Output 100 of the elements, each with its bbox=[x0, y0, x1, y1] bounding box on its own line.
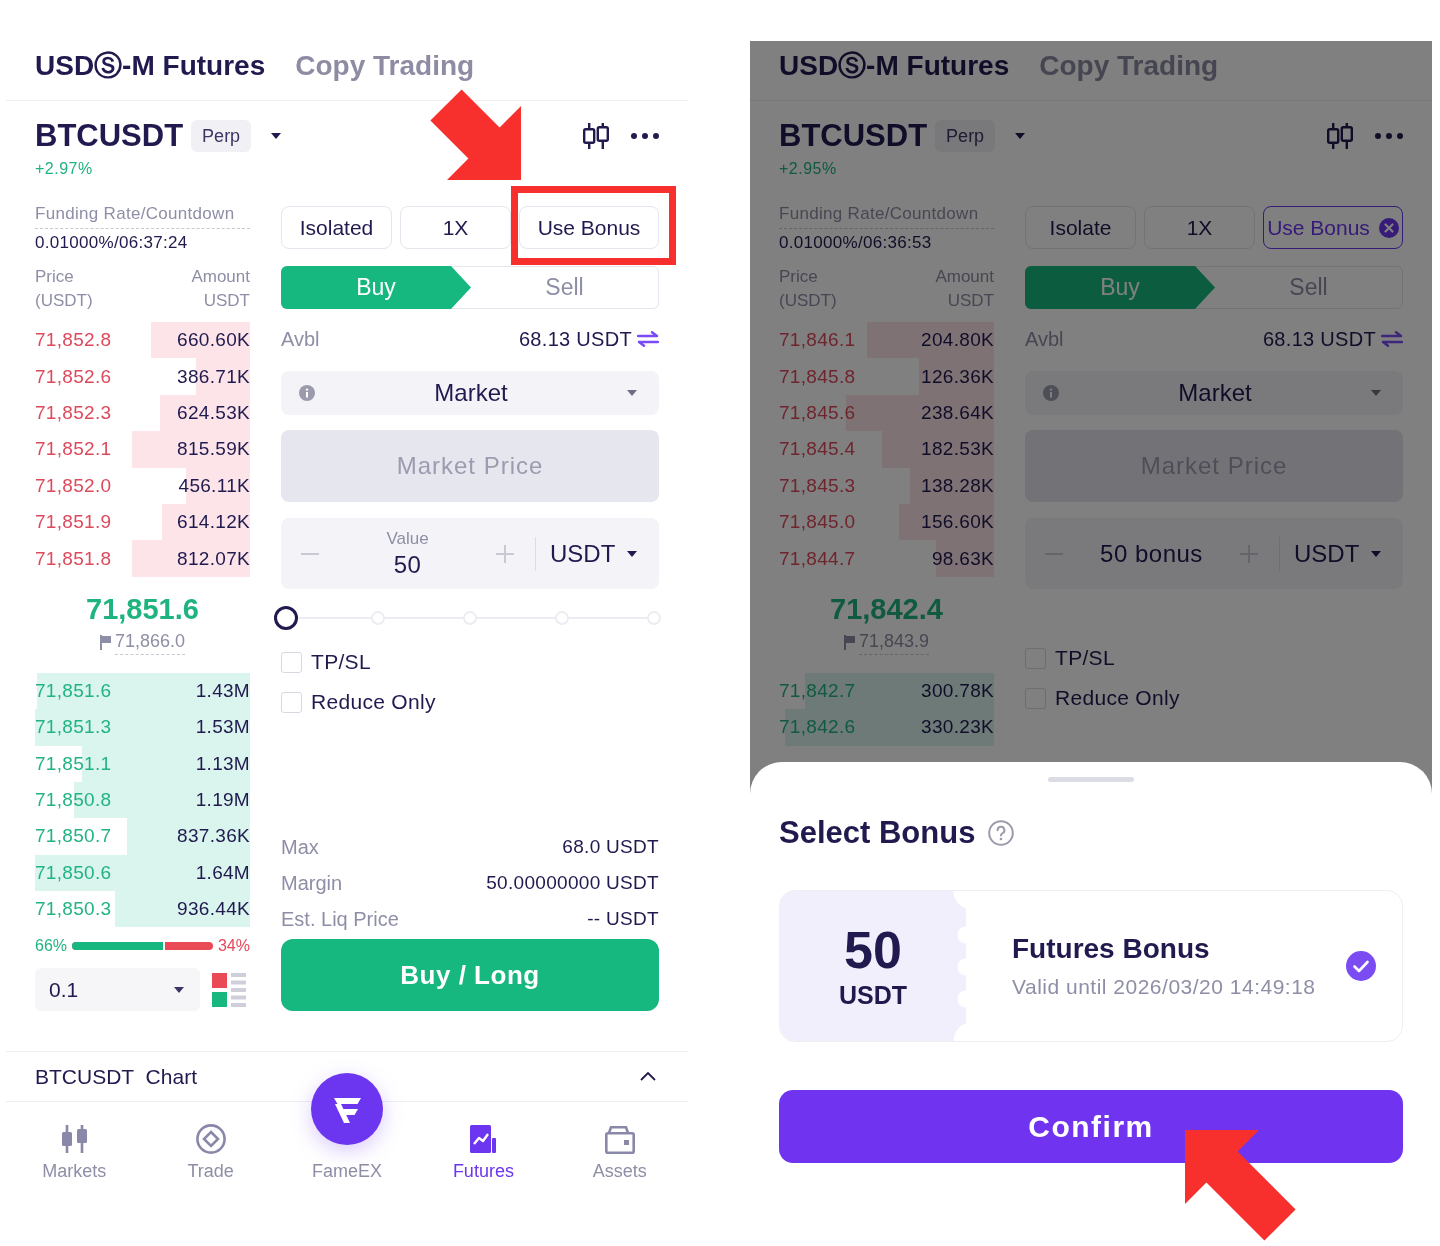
bid-price: 71,851.1 bbox=[35, 752, 112, 775]
last-price: 71,851.6 bbox=[86, 591, 199, 626]
order-amount: 815.59K bbox=[177, 438, 250, 461]
amount-label: Value bbox=[386, 527, 429, 550]
buy-ratio: 66% bbox=[35, 937, 68, 956]
bonus-button[interactable]: Use Bonus bbox=[519, 206, 659, 249]
caret-down-icon[interactable] bbox=[271, 133, 282, 139]
header-tab[interactable]: USDⓈ-M Futures bbox=[35, 48, 266, 83]
bid-price: 71,851.3 bbox=[35, 716, 112, 739]
precision-dropdown[interactable]: 0.1 bbox=[35, 968, 200, 1012]
order-amount: 812.07K bbox=[177, 547, 250, 570]
order-amount: 1.19M bbox=[195, 789, 250, 812]
nav-tab[interactable]: Futures bbox=[415, 1124, 552, 1183]
bonus-amount: 50 bbox=[844, 923, 902, 977]
mark-price: 71,866.0 bbox=[114, 629, 186, 655]
pair-symbol[interactable]: BTCUSDT bbox=[35, 117, 184, 155]
slider-thumb[interactable] bbox=[274, 606, 298, 630]
summary-label: Max bbox=[281, 835, 319, 860]
unit-dropdown[interactable]: USDT bbox=[550, 539, 637, 568]
bid-price: 71,842.7 bbox=[779, 679, 856, 702]
order-type-dropdown[interactable]: Market bbox=[281, 371, 659, 415]
sheet-title: Select Bonus bbox=[779, 815, 976, 851]
order-amount: 126.36K bbox=[921, 365, 994, 388]
nav-tab[interactable]: Markets bbox=[6, 1124, 143, 1183]
checkbox[interactable] bbox=[281, 691, 302, 713]
nav-tab[interactable]: FameEX bbox=[278, 1073, 416, 1183]
price-change: +2.97% bbox=[35, 159, 93, 179]
book-layout-icon[interactable] bbox=[212, 972, 246, 1007]
margin-mode-button[interactable]: Isolate bbox=[1025, 206, 1136, 249]
bid-price: 71,850.6 bbox=[35, 861, 112, 884]
column-header: Amount bbox=[935, 266, 994, 288]
buy-long-button[interactable]: Buy / Long bbox=[281, 939, 659, 1012]
order-type-dropdown[interactable]: Market bbox=[1025, 371, 1403, 415]
info-icon[interactable] bbox=[299, 385, 315, 401]
bonus-unit: USDT bbox=[838, 981, 908, 1009]
leverage-button[interactable]: 1X bbox=[400, 206, 511, 249]
order-amount: 1.43M bbox=[195, 679, 250, 702]
nav-tab[interactable]: Assets bbox=[551, 1126, 688, 1183]
header-tab[interactable]: Copy Trading bbox=[295, 48, 475, 83]
checkbox[interactable] bbox=[281, 651, 302, 673]
ask-price: 71,845.8 bbox=[779, 365, 856, 388]
amount-field[interactable]: Value 50 USDT bbox=[281, 518, 659, 589]
order-amount: 182.53K bbox=[921, 438, 994, 461]
checkbox-label: Reduce Only bbox=[311, 690, 436, 714]
available-value: 68.13 USDT bbox=[1262, 327, 1376, 351]
order-amount: 456.11K bbox=[178, 474, 250, 497]
check-circle-icon[interactable] bbox=[1346, 951, 1376, 981]
order-amount: 1.64M bbox=[195, 861, 250, 884]
pair-symbol[interactable]: BTCUSDT bbox=[779, 117, 928, 155]
available-label: Avbl bbox=[1025, 327, 1064, 351]
bonus-button[interactable]: Use Bonus bbox=[1263, 206, 1403, 249]
funding-label: Funding Rate/Countdown bbox=[779, 203, 994, 229]
swap-icon[interactable] bbox=[637, 331, 659, 347]
candlestick-icon[interactable] bbox=[583, 123, 609, 149]
summary-label: Margin bbox=[281, 871, 343, 896]
chevron-up-icon[interactable] bbox=[640, 1072, 656, 1082]
leverage-button[interactable]: 1X bbox=[1144, 206, 1255, 249]
available-label: Avbl bbox=[281, 327, 320, 351]
sell-ratio: 34% bbox=[217, 937, 250, 956]
unit-dropdown[interactable]: USDT bbox=[1294, 539, 1381, 568]
bonus-name: Futures Bonus bbox=[1012, 932, 1210, 965]
funding-label: Funding Rate/Countdown bbox=[35, 203, 250, 229]
summary-label: Est. Liq Price bbox=[281, 907, 399, 932]
funding-value: 0.01000%/06:36:53 bbox=[779, 232, 933, 254]
swap-icon[interactable] bbox=[1381, 331, 1403, 347]
help-icon[interactable] bbox=[988, 820, 1015, 846]
order-amount: 156.60K bbox=[921, 511, 994, 534]
order-amount: 98.63K bbox=[931, 547, 994, 570]
flag-icon bbox=[99, 634, 111, 650]
close-circle-icon[interactable] bbox=[1378, 217, 1399, 238]
order-amount: 660.60K bbox=[177, 329, 250, 352]
column-unit: (USDT) bbox=[779, 290, 837, 312]
sheet-handle[interactable] bbox=[1048, 777, 1134, 782]
header-tab[interactable]: USDⓈ-M Futures bbox=[779, 48, 1010, 83]
column-unit: USDT bbox=[947, 290, 994, 312]
price-change: +2.95% bbox=[779, 159, 837, 179]
order-amount: 204.80K bbox=[921, 329, 994, 352]
column-unit: (USDT) bbox=[35, 290, 93, 312]
nav-tab[interactable]: Trade bbox=[142, 1124, 279, 1183]
amount-field[interactable]: 50 bonus USDT bbox=[1025, 518, 1403, 589]
ask-price: 71,845.6 bbox=[779, 401, 856, 424]
checkbox-label: TP/SL bbox=[1055, 646, 1115, 670]
brand-logo-icon bbox=[311, 1073, 383, 1146]
info-icon[interactable] bbox=[1043, 385, 1059, 401]
ask-price: 71,845.3 bbox=[779, 474, 856, 497]
bid-price: 71,850.3 bbox=[35, 898, 112, 921]
caret-down-icon bbox=[174, 986, 184, 993]
margin-mode-button[interactable]: Isolated bbox=[281, 206, 392, 249]
ask-price: 71,845.4 bbox=[779, 438, 856, 461]
contract-tag: Perp bbox=[935, 120, 996, 152]
ask-price: 71,845.0 bbox=[779, 511, 856, 534]
side-tab[interactable]: Buy bbox=[281, 266, 471, 309]
confirm-button[interactable]: Confirm bbox=[779, 1090, 1403, 1163]
side-tab[interactable]: Sell bbox=[471, 267, 658, 308]
chart-toggle[interactable]: BTCUSDT Chart bbox=[35, 1064, 197, 1089]
order-amount: 1.53M bbox=[195, 716, 250, 739]
bonus-card[interactable]: 50 USDT Futures Bonus Valid until 2026/03/20 14:49:18 bbox=[779, 890, 1403, 1042]
summary-value: 68.0 USDT bbox=[562, 835, 659, 860]
bid-price: 71,842.6 bbox=[779, 716, 856, 739]
more-icon[interactable] bbox=[631, 133, 659, 139]
